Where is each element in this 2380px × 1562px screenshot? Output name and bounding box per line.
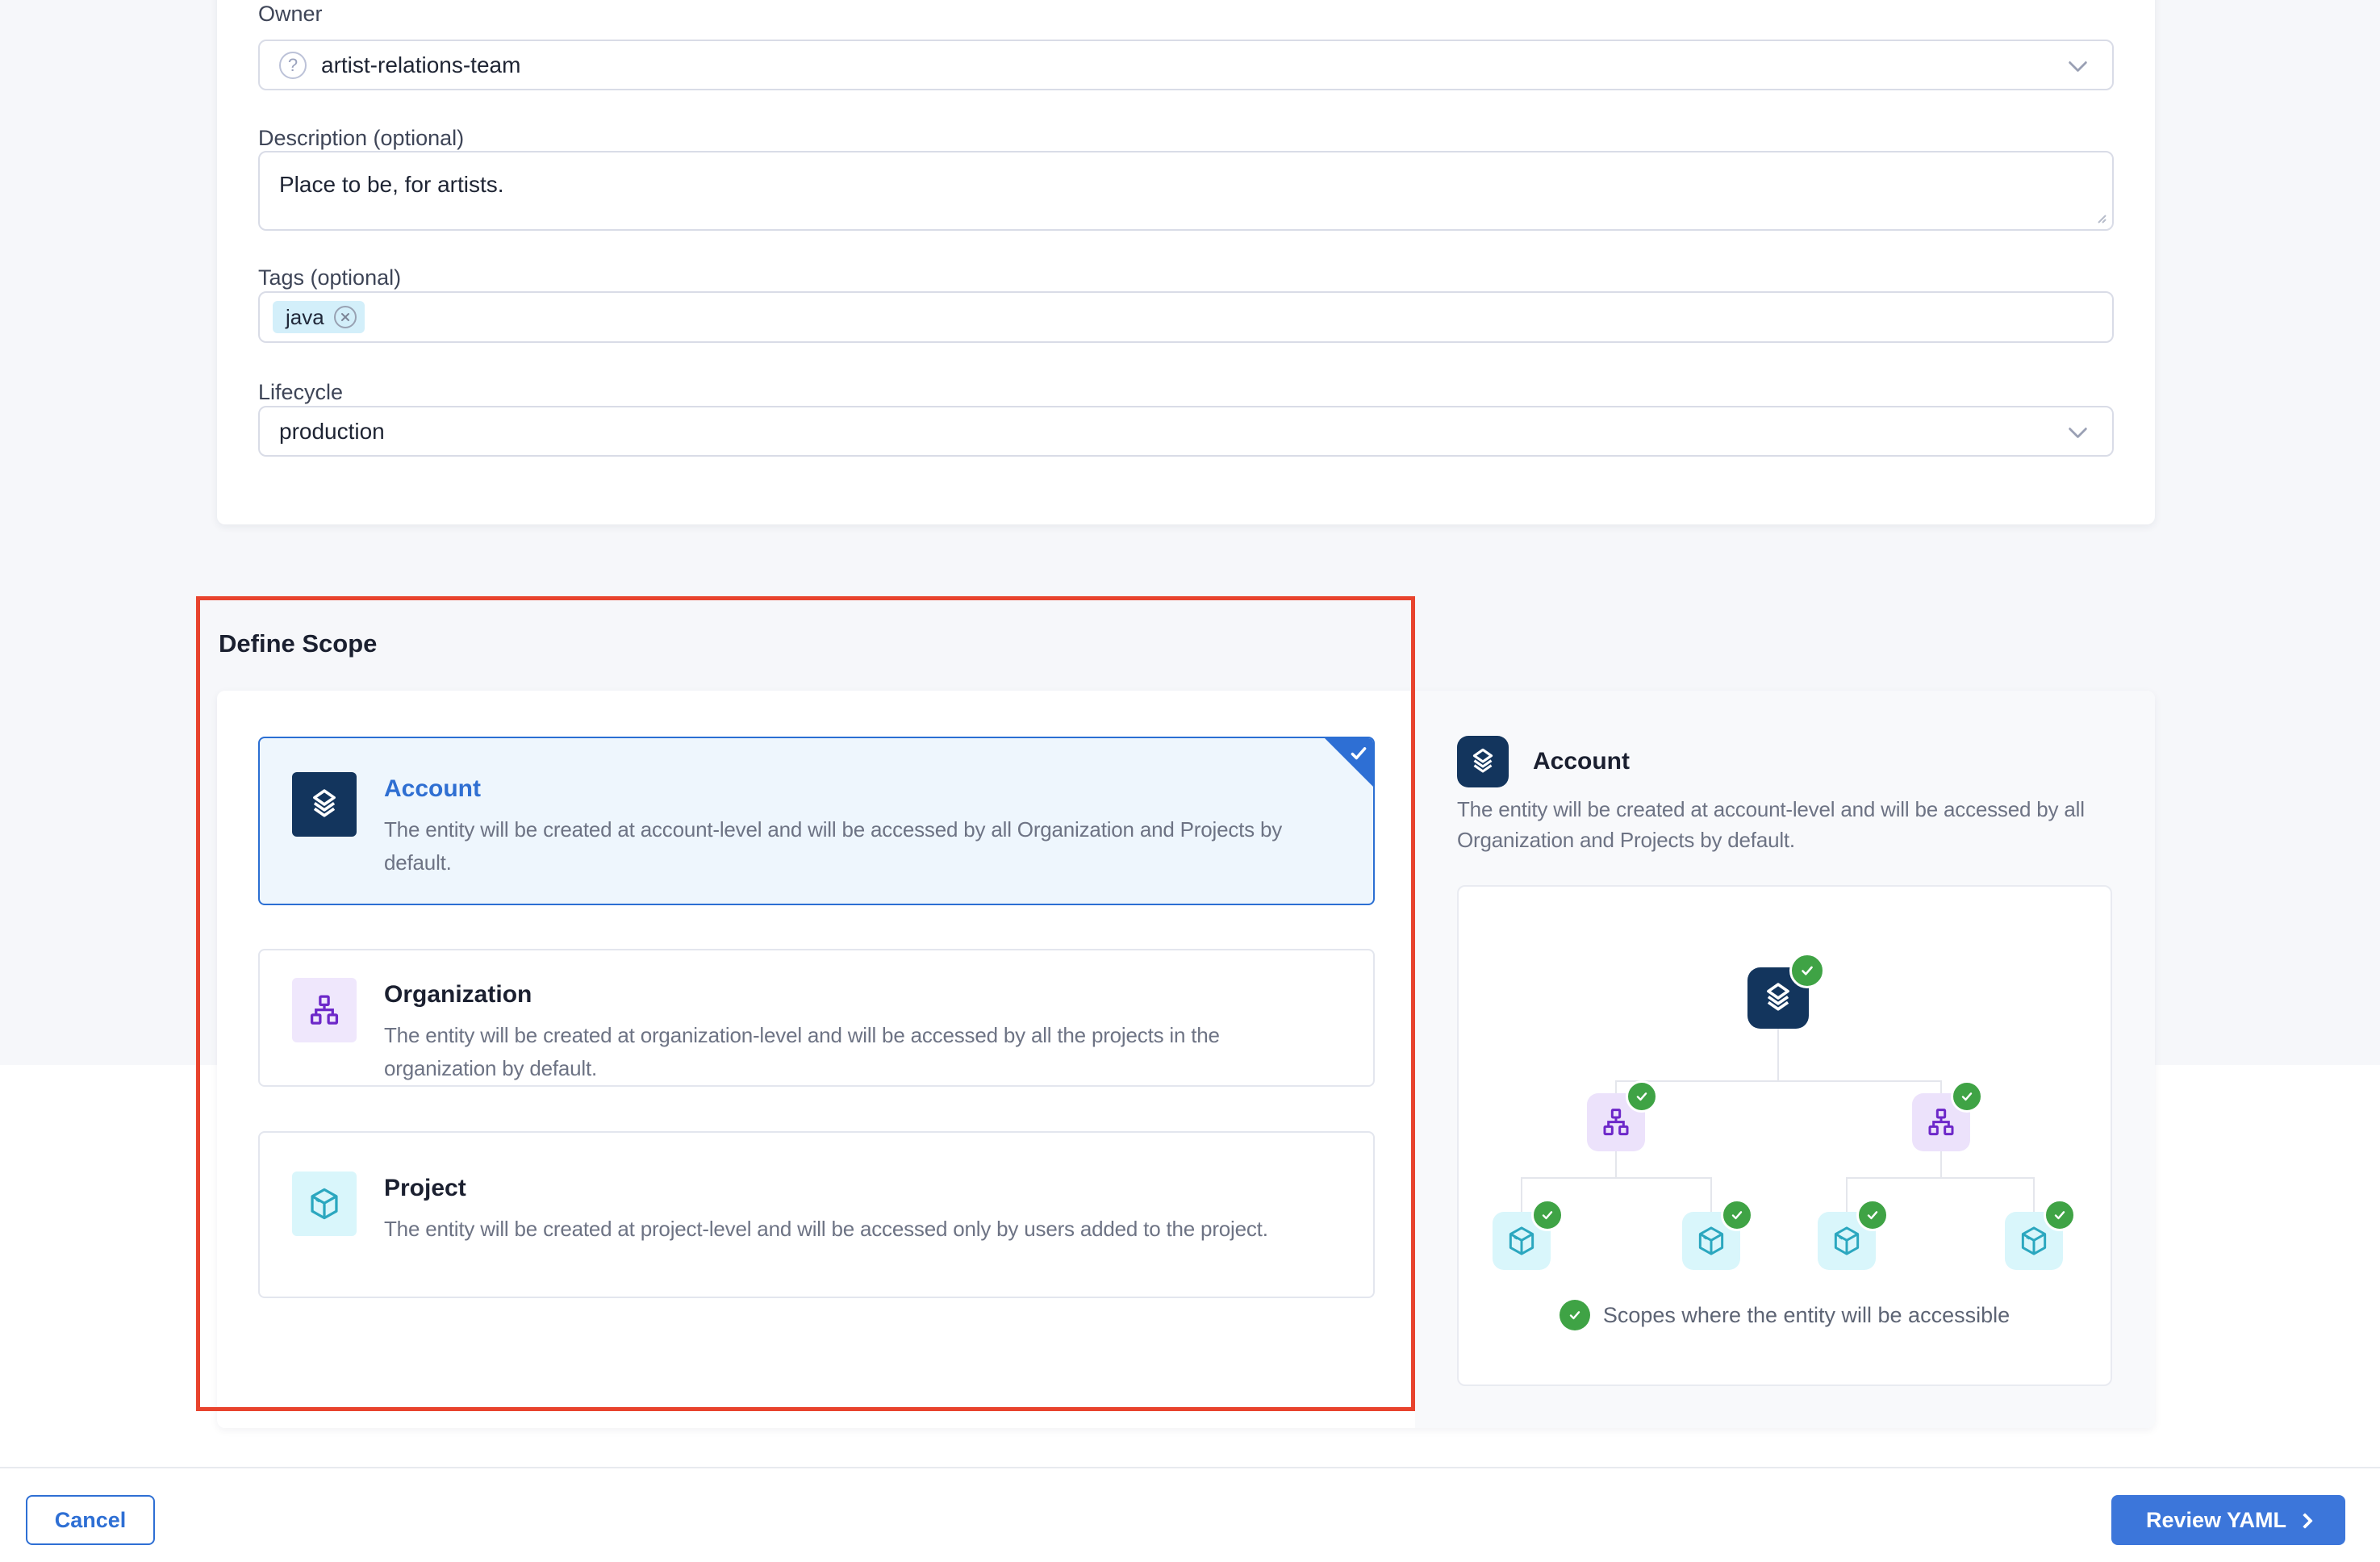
description-value: Place to be, for artists. [279,172,504,198]
chevron-down-icon [2068,419,2087,438]
define-scope-title: Define Scope [219,629,377,658]
check-badge-icon [1560,1300,1590,1330]
owner-value: artist-relations-team [321,52,520,78]
account-layers-icon [292,772,357,837]
connector-line [1521,1177,1522,1212]
check-badge-icon [1721,1199,1753,1231]
connector-line [2033,1177,2035,1212]
option-description: The entity will be created at account-le… [384,813,1320,879]
option-title: Organization [384,981,1320,1009]
connector-line [1710,1177,1712,1212]
lifecycle-label: Lifecycle [258,380,343,405]
project-node [1818,1212,1876,1270]
connector-line [1846,1177,1848,1212]
chevron-right-icon [2297,1513,2313,1529]
check-badge-icon [1531,1199,1564,1231]
description-textarea[interactable]: Place to be, for artists. [258,151,2114,231]
preview-header: Account [1457,736,1630,787]
tag-chip: java [273,301,365,333]
scope-preview-panel: Account The entity will be created at ac… [1415,691,2155,1428]
organization-node [1587,1093,1645,1151]
account-layers-icon [1457,736,1509,787]
legend-text: Scopes where the entity will be accessib… [1603,1303,2010,1328]
connector-line [1777,1029,1779,1080]
lifecycle-select[interactable]: production [258,406,2114,457]
organization-node [1912,1093,1970,1151]
tags-label: Tags (optional) [258,265,401,290]
project-node [2005,1212,2063,1270]
cancel-button[interactable]: Cancel [26,1495,155,1545]
scope-option-account[interactable]: Account The entity will be created at ac… [258,737,1375,905]
check-badge-icon [1626,1080,1658,1113]
tag-chip-label: java [286,305,324,330]
connector-line [1615,1151,1617,1177]
description-label: Description (optional) [258,126,464,151]
organization-icon [292,978,357,1042]
account-node [1747,967,1809,1029]
preview-title: Account [1533,748,1630,775]
project-node [1682,1212,1740,1270]
check-badge-icon [1856,1199,1889,1231]
project-cube-icon [292,1172,357,1236]
project-node [1493,1212,1551,1270]
option-description: The entity will be created at organizati… [384,1019,1320,1085]
connector-line [1940,1151,1942,1177]
review-yaml-label: Review YAML [2146,1508,2286,1533]
option-title: Account [384,775,1320,803]
preview-description: The entity will be created at account-le… [1457,794,2139,855]
owner-select[interactable]: ? artist-relations-team [258,40,2114,90]
help-icon: ? [279,52,307,79]
option-description: The entity will be created at project-le… [384,1213,1268,1246]
connector-line [1940,1080,1942,1093]
scope-tree-diagram: Scopes where the entity will be accessib… [1457,885,2112,1386]
review-yaml-button[interactable]: Review YAML [2111,1495,2345,1545]
scope-option-project[interactable]: Project The entity will be created at pr… [258,1131,1375,1298]
selected-check-icon [1324,737,1374,787]
scope-option-organization[interactable]: Organization The entity will be created … [258,949,1375,1087]
check-badge-icon [1951,1080,1983,1113]
connector-line [1615,1080,1617,1093]
check-badge-icon [1789,953,1825,988]
diagram-legend: Scopes where the entity will be accessib… [1459,1300,2111,1330]
check-badge-icon [2044,1199,2076,1231]
tags-input[interactable]: java [258,291,2114,343]
connector-line [1615,1080,1942,1082]
footer-divider [0,1467,2380,1468]
connector-line [1521,1177,1712,1179]
resize-grip-icon[interactable] [2093,210,2107,224]
remove-tag-icon[interactable] [334,306,357,328]
chevron-down-icon [2068,52,2087,72]
owner-label: Owner [258,2,323,27]
lifecycle-value: production [279,419,385,445]
option-title: Project [384,1175,1268,1202]
define-scope-section: Account The entity will be created at ac… [217,691,2155,1428]
connector-line [1846,1177,2035,1179]
entity-details-card: Owner ? artist-relations-team Descriptio… [217,0,2155,524]
create-entity-page: Owner ? artist-relations-team Descriptio… [0,0,2380,1562]
